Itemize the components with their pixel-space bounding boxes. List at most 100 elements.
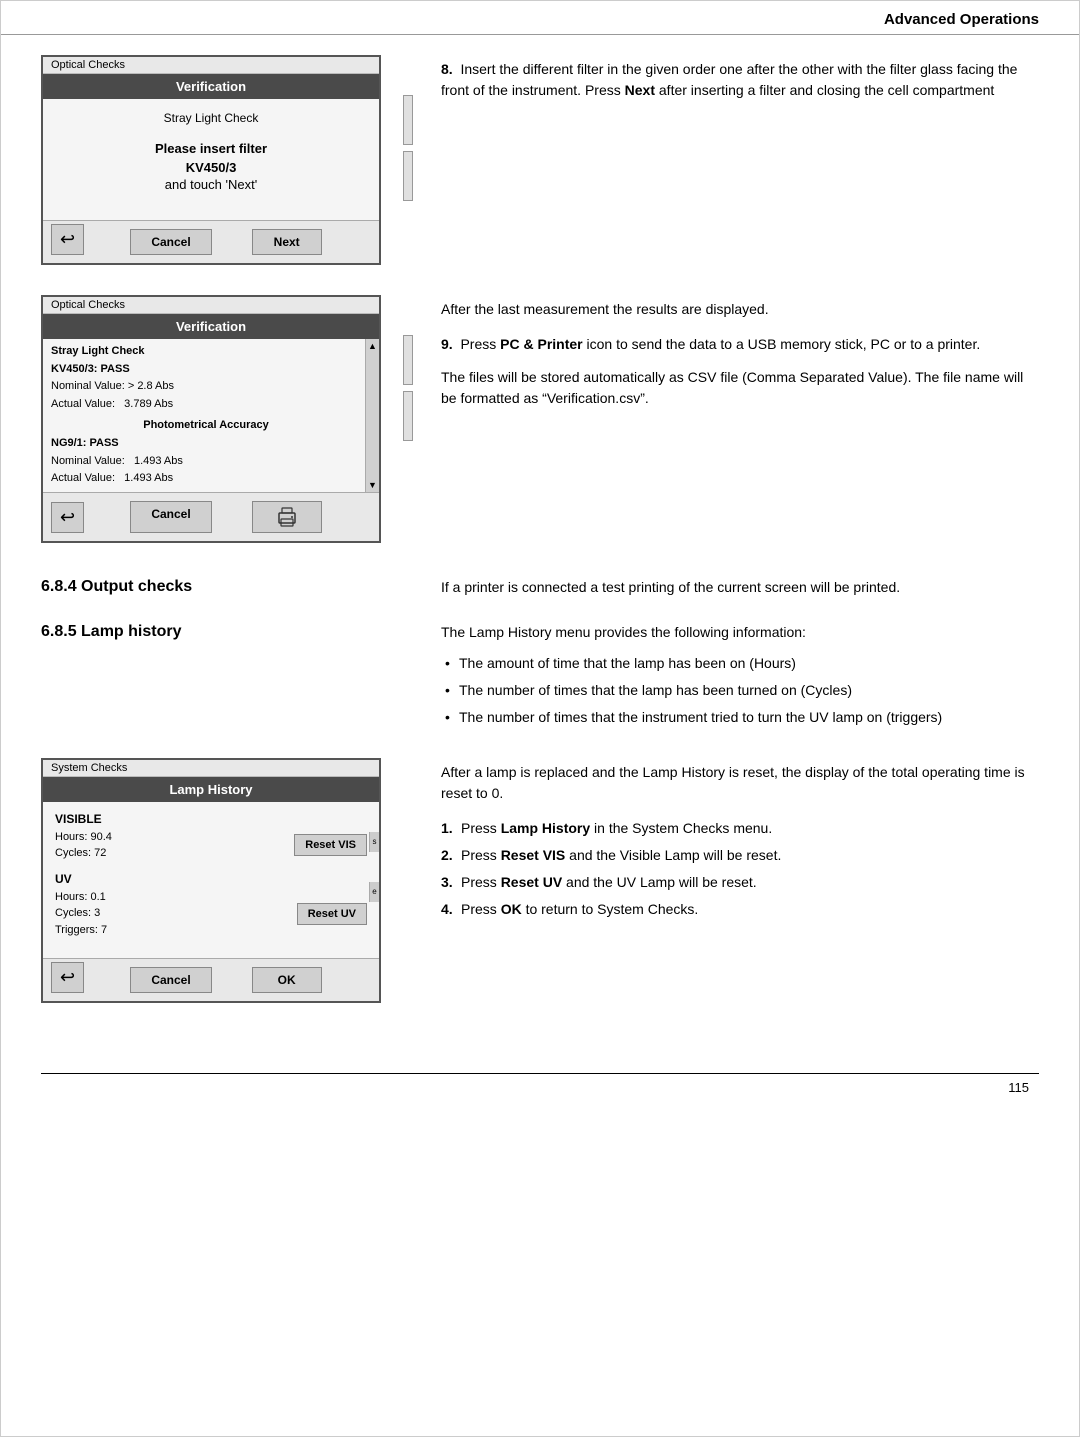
side-tab	[403, 335, 413, 385]
page-header: Advanced Operations	[1, 1, 1079, 35]
visible-label: VISIBLE	[55, 812, 367, 826]
section3-row: 6.8.4 Output checks If a printer is conn…	[41, 573, 1039, 608]
lamp-after-text: After a lamp is replaced and the Lamp Hi…	[441, 762, 1039, 804]
result-ng-nominal: Nominal Value: 1.493 Abs	[51, 453, 361, 471]
side-tabs-2	[403, 335, 413, 515]
section4-left: 6.8.5 Lamp history	[41, 618, 411, 651]
screen1-body: Stray Light Check Please insert filter K…	[43, 99, 379, 220]
screen2-title-bar: Verification	[43, 314, 379, 339]
result-stray: Stray Light Check	[51, 343, 361, 361]
print-button-s2[interactable]	[252, 501, 322, 533]
lamp-body: VISIBLE Hours: 90.4 Cycles: 72 Reset VIS	[43, 802, 379, 959]
scroll-up-arrow[interactable]: ▲	[368, 341, 377, 351]
screen1-footer: ↩ Cancel Next	[43, 220, 379, 263]
verification-screen1: Optical Checks Verification Stray Light …	[41, 55, 381, 265]
results-content: Stray Light Check KV450/3: PASS Nominal …	[43, 339, 379, 492]
reset-vis-btn[interactable]: Reset VIS	[294, 834, 367, 856]
cancel-button-lamp[interactable]: Cancel	[130, 967, 211, 993]
filter-code: KV450/3	[57, 160, 365, 175]
side-tab	[403, 391, 413, 441]
reset-uv-btn[interactable]: Reset UV	[297, 903, 367, 925]
lamp-step-1: 1. Press Lamp History in the System Chec…	[441, 818, 1039, 839]
step8-num: 8.	[441, 61, 453, 77]
step3-bold: Reset UV	[501, 874, 562, 890]
page-number: 115	[1008, 1080, 1029, 1095]
printer-icon	[275, 507, 299, 527]
content-area: Optical Checks Verification Stray Light …	[1, 35, 1079, 1053]
cycles-vis: Cycles: 72	[55, 845, 112, 862]
step9-bold: PC & Printer	[500, 336, 582, 352]
section3-left: 6.8.4 Output checks	[41, 573, 411, 606]
visible-row: Hours: 90.4 Cycles: 72 Reset VIS	[55, 829, 367, 862]
section2-left: Optical Checks Verification Stray Light …	[41, 295, 411, 553]
back-button-lamp[interactable]: ↩	[51, 962, 84, 993]
lamp-title-bar: Lamp History	[43, 777, 379, 802]
screen2-body: Stray Light Check KV450/3: PASS Nominal …	[43, 339, 379, 492]
step9-text: 9. Press PC & Printer icon to send the d…	[441, 334, 1039, 355]
lamp-step-4: 4. Press OK to return to System Checks.	[441, 899, 1039, 920]
step4-bold: OK	[501, 901, 522, 917]
files-text: The files will be stored automatically a…	[441, 367, 1039, 409]
side-tab	[403, 151, 413, 201]
side-indicator: s	[369, 832, 379, 852]
after-measurement-text: After the last measurement the results a…	[441, 299, 1039, 320]
visible-info: Hours: 90.4 Cycles: 72	[55, 829, 112, 862]
section4-row: 6.8.5 Lamp history The Lamp History menu…	[41, 618, 1039, 738]
result-kv-pass: KV450/3: PASS	[51, 361, 361, 379]
step9-num: 9.	[441, 336, 453, 352]
screen2-wrapper: Optical Checks Verification Stray Light …	[41, 295, 411, 543]
result-ng-actual: Actual Value: 1.493 Abs	[51, 470, 361, 488]
lamp-steps-list: 1. Press Lamp History in the System Chec…	[441, 818, 1039, 920]
section1-row: Optical Checks Verification Stray Light …	[41, 55, 1039, 275]
lamp-step-3: 3. Press Reset UV and the UV Lamp will b…	[441, 872, 1039, 893]
hours-uv: Hours: 0.1	[55, 889, 107, 906]
uv-section: UV Hours: 0.1 Cycles: 3 Triggers: 7 Rese…	[55, 872, 367, 939]
next-button-s1[interactable]: Next	[252, 229, 322, 255]
uv-row: Hours: 0.1 Cycles: 3 Triggers: 7 Reset U…	[55, 889, 367, 939]
output-checks-text: If a printer is connected a test printin…	[441, 577, 1039, 598]
step8-body: Insert the different filter in the given…	[441, 61, 1017, 98]
lamp-history-screen: System Checks Lamp History VISIBLE	[41, 758, 381, 1004]
header-title: Advanced Operations	[884, 11, 1039, 28]
result-kv-actual: Actual Value: 3.789 Abs	[51, 396, 361, 414]
page: Advanced Operations Optical Checks Verif…	[0, 0, 1080, 1437]
screen2-title: Verification	[176, 319, 246, 334]
screen1-title-bar: Verification	[43, 74, 379, 99]
bullet-1: The amount of time that the lamp has bee…	[441, 653, 1039, 674]
section4-right-bottom: After a lamp is replaced and the Lamp Hi…	[441, 758, 1039, 928]
lamp-screen-wrapper: System Checks Lamp History VISIBLE	[41, 758, 411, 1004]
cancel-button-s1[interactable]: Cancel	[130, 229, 211, 255]
result-kv-nominal: Nominal Value: > 2.8 Abs	[51, 378, 361, 396]
back-button-s1[interactable]: ↩	[51, 224, 84, 255]
ok-button-lamp[interactable]: OK	[252, 967, 322, 993]
section1-right: 8. Insert the different filter in the gi…	[441, 55, 1039, 111]
screen1-title: Verification	[176, 79, 246, 94]
side-tabs	[403, 95, 413, 275]
step8-text: 8. Insert the different filter in the gi…	[441, 59, 1039, 101]
step1-bold: Lamp History	[501, 820, 590, 836]
scroll-down-arrow[interactable]: ▼	[368, 480, 377, 490]
result-ng-pass: NG9/1: PASS	[51, 435, 361, 453]
cancel-button-s2[interactable]: Cancel	[130, 501, 211, 533]
scrollbar[interactable]: ▲ ▼	[365, 339, 379, 492]
bullet-3: The number of times that the instrument …	[441, 707, 1039, 728]
section2-right: After the last measurement the results a…	[441, 295, 1039, 419]
back-button-s2[interactable]: ↩	[51, 502, 84, 533]
stray-light-label: Stray Light Check	[57, 111, 365, 125]
section4-screen-left: System Checks Lamp History VISIBLE	[41, 758, 411, 1014]
lamp-bullet-list: The amount of time that the lamp has bee…	[441, 653, 1039, 728]
section4-right-top: The Lamp History menu provides the follo…	[441, 618, 1039, 738]
hours-vis: Hours: 90.4	[55, 829, 112, 846]
result-photo-header: Photometrical Accuracy	[51, 417, 361, 435]
screen2-footer: ↩ Cancel	[43, 492, 379, 541]
uv-label: UV	[55, 872, 367, 886]
triggers-uv: Triggers: 7	[55, 922, 107, 939]
lamp-title: Lamp History	[169, 782, 252, 797]
page-footer: 115	[41, 1073, 1039, 1105]
bullet-2: The number of times that the lamp has be…	[441, 680, 1039, 701]
touch-next-label: and touch 'Next'	[57, 177, 365, 192]
uv-info: Hours: 0.1 Cycles: 3 Triggers: 7	[55, 889, 107, 939]
step2-bold: Reset VIS	[501, 847, 566, 863]
lamp-intro: The Lamp History menu provides the follo…	[441, 622, 1039, 643]
side-tab	[403, 95, 413, 145]
